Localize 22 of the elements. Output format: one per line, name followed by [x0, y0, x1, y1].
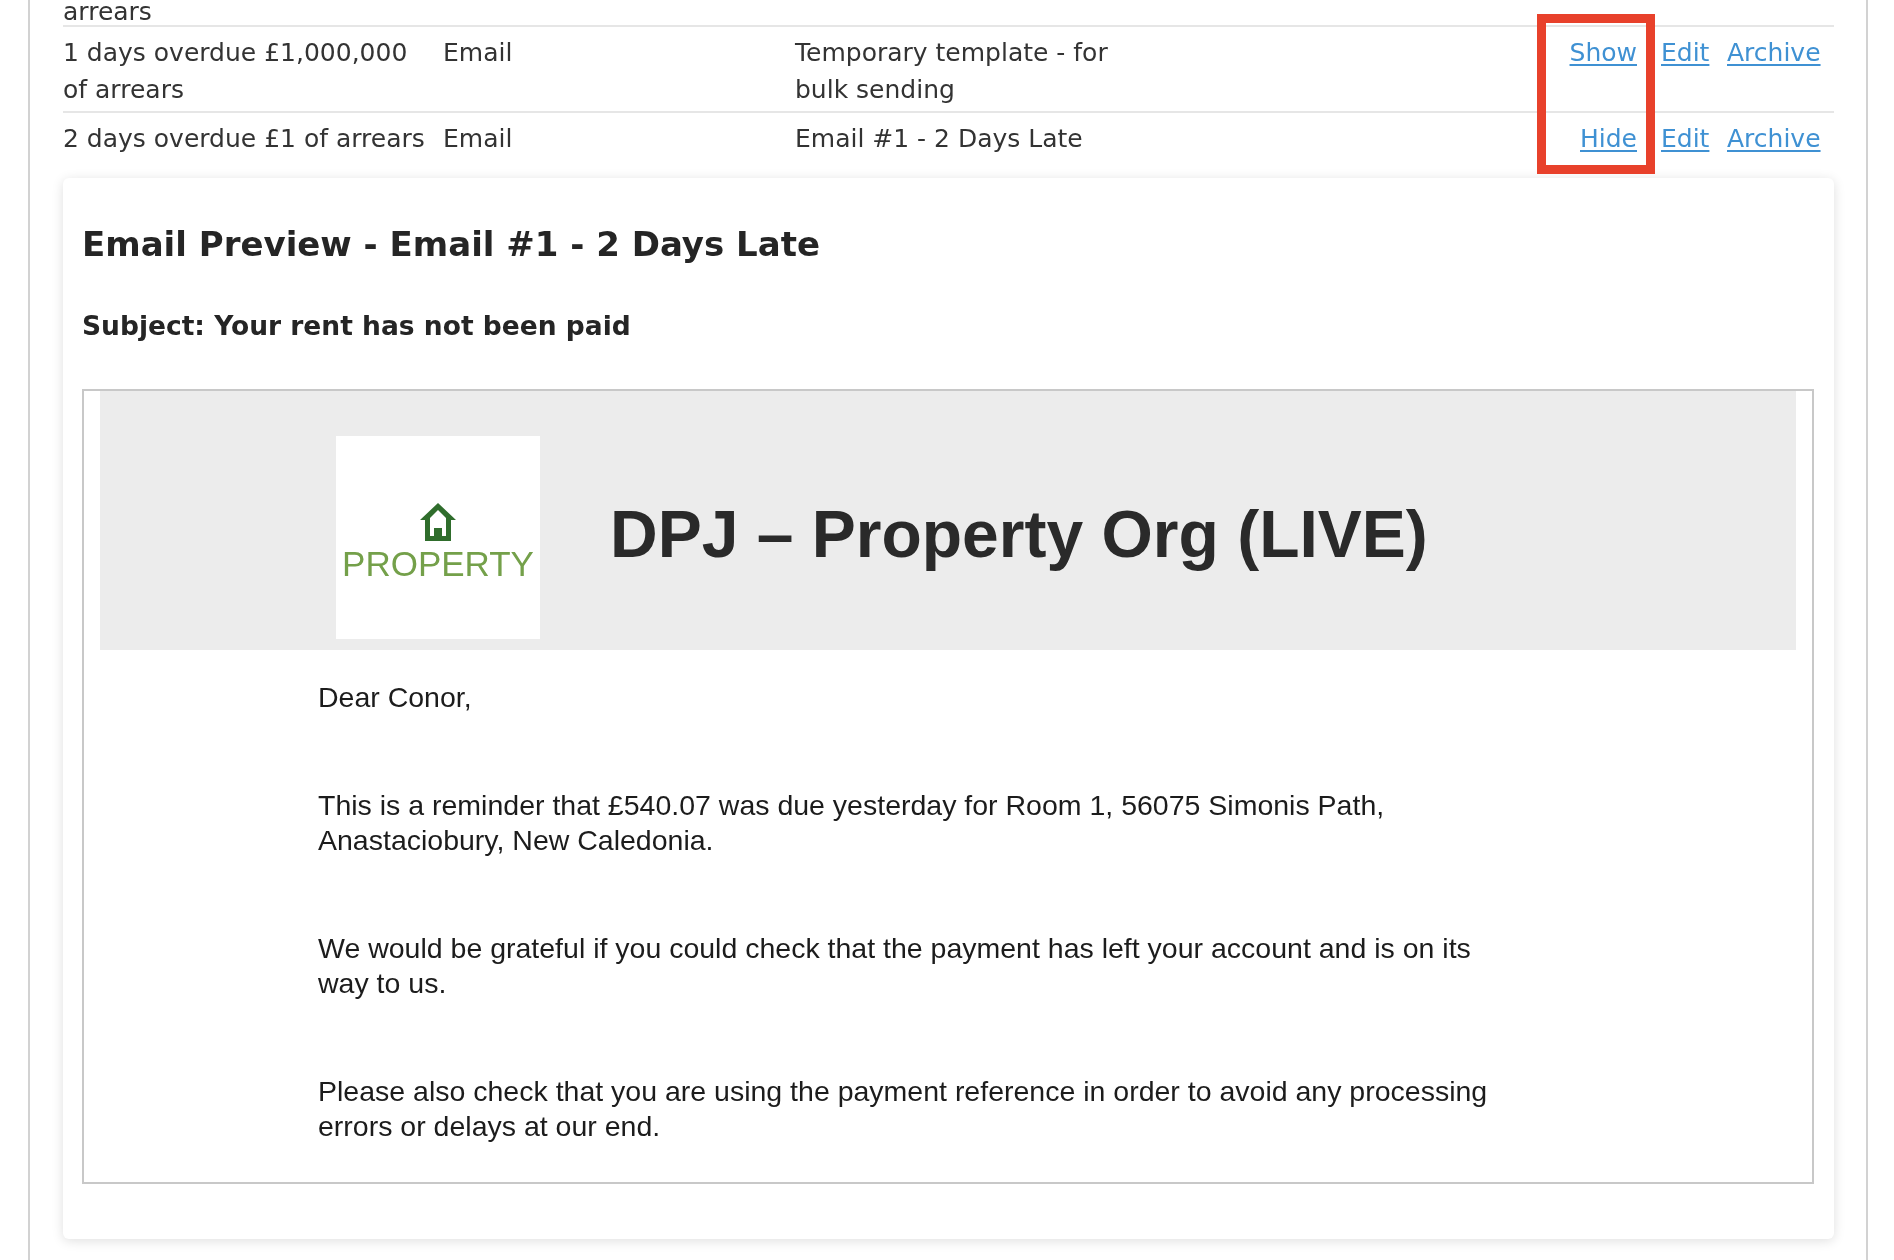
logo-text: PROPERTY — [342, 544, 534, 584]
hide-link[interactable]: Hide — [1580, 124, 1637, 153]
archive-link[interactable]: Archive — [1727, 124, 1821, 153]
table-cell: Email — [443, 38, 513, 67]
table-cell: 1 days overdue £1,000,000 of arrears — [63, 38, 408, 104]
email-text: We would be grateful if you could check that the payment has left your account and is on its way to us. — [318, 930, 1472, 1001]
email-text: Please also check that you are using the payment reference in order to avoid any processing errors or delays at our end. — [318, 1073, 1489, 1144]
table-cell: Email — [443, 124, 513, 153]
email-text: Dear Conor, — [318, 680, 473, 715]
edit-link[interactable]: Edit — [1661, 38, 1710, 67]
table-cell: Temporary template - for bulk sending — [795, 38, 1108, 104]
house-icon — [419, 502, 457, 542]
table-cell: Email #1 - 2 Days Late — [795, 124, 1083, 153]
edit-link[interactable]: Edit — [1661, 124, 1710, 153]
table-cell: arrears — [63, 0, 152, 26]
table-cell: 2 days overdue £1 of arrears — [63, 124, 425, 153]
org-name: DPJ – Property Org (LIVE) — [610, 495, 1428, 573]
show-link[interactable]: Show — [1569, 38, 1637, 67]
preview-title: Email Preview - Email #1 - 2 Days Late — [82, 223, 821, 265]
email-text: This is a reminder that £540.07 was due yesterday for Room 1, 56075 Simonis Path, Anastaciobury, New Caledonia. — [318, 787, 1386, 858]
email-subject: Subject: Your rent has not been paid — [82, 310, 632, 342]
archive-link[interactable]: Archive — [1727, 38, 1821, 67]
